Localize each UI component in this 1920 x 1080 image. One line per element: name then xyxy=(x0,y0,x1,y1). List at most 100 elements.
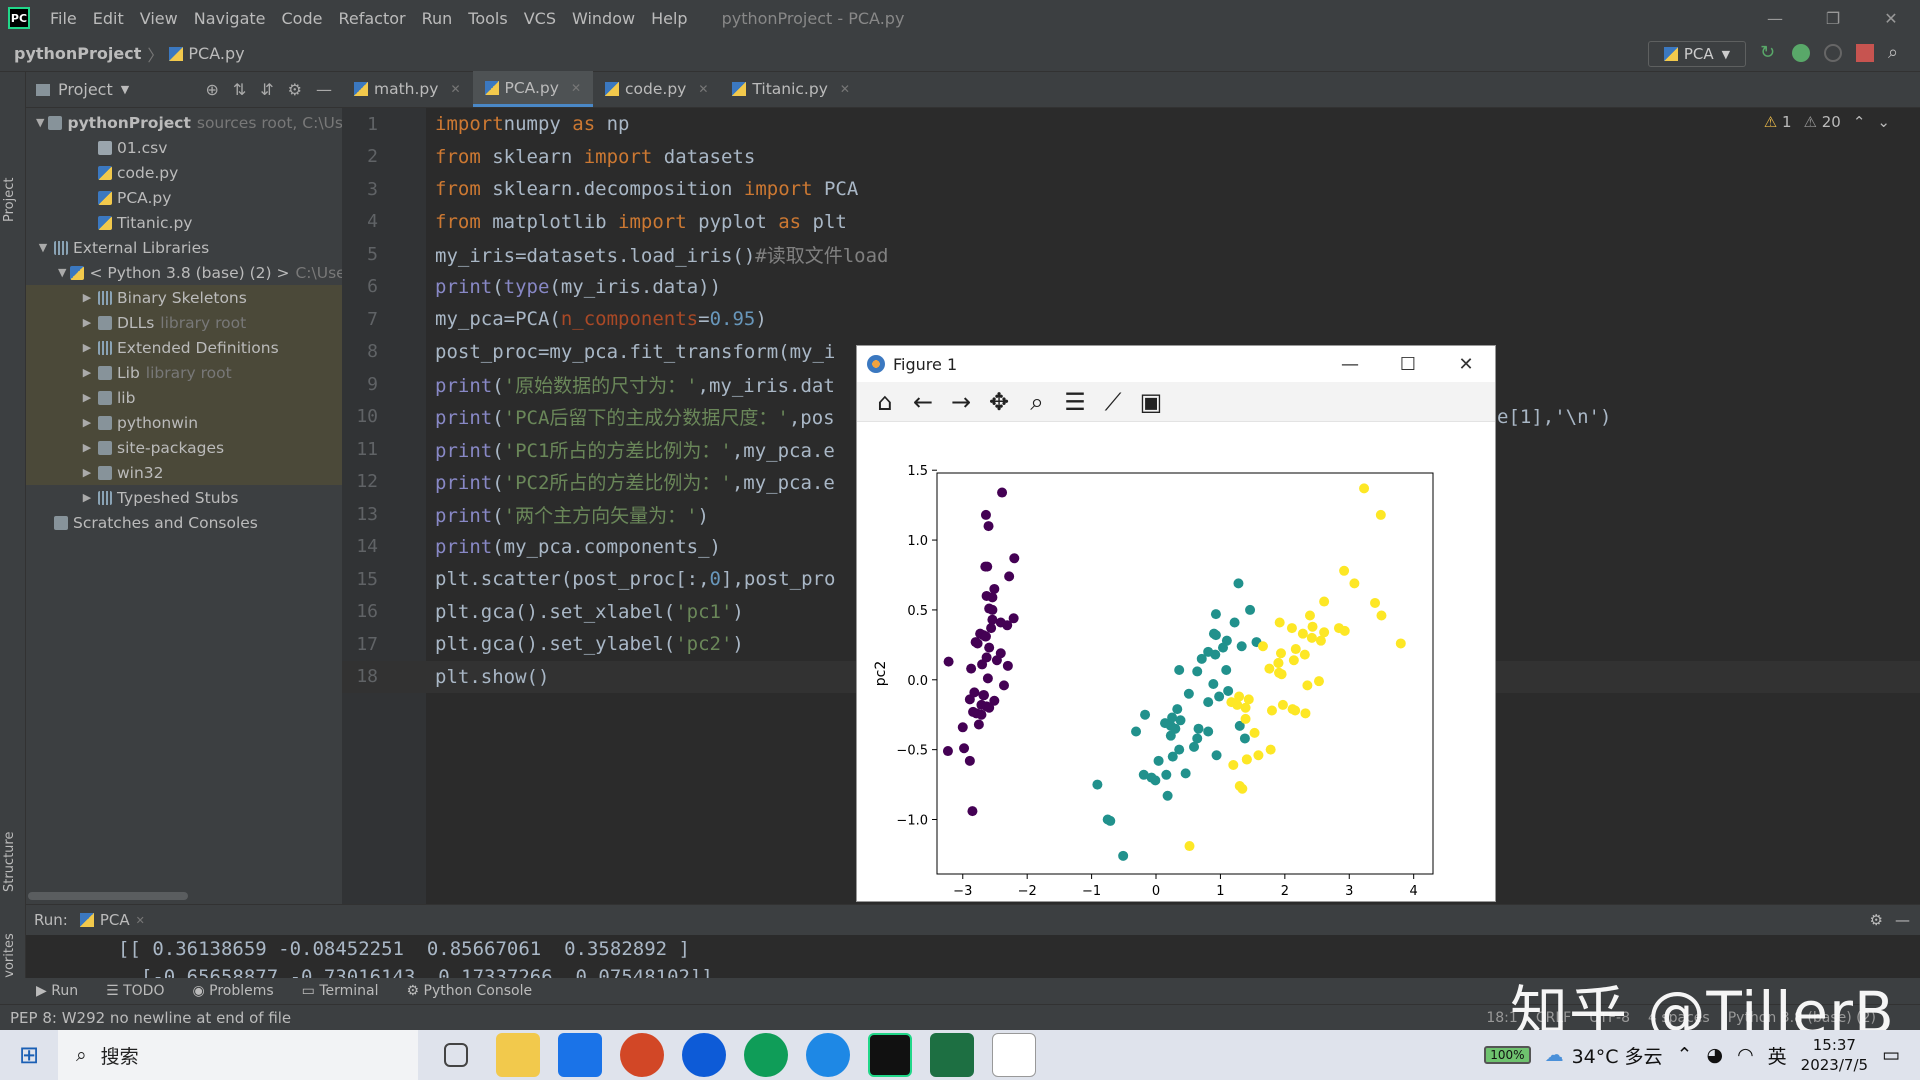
task-view-icon[interactable] xyxy=(444,1043,468,1067)
chevron-down-icon[interactable]: ⌄ xyxy=(1877,113,1890,131)
menu-item-code[interactable]: Code xyxy=(274,9,331,28)
tree-arrow-icon[interactable]: ▶ xyxy=(80,366,94,379)
tree-arrow-icon[interactable]: ▼ xyxy=(36,241,50,254)
pycharm-icon[interactable] xyxy=(868,1033,912,1077)
run-config-select[interactable]: PCA ▼ xyxy=(1648,41,1746,67)
hide-icon[interactable]: — xyxy=(316,80,332,99)
tree-item[interactable]: ▶ Extended Definitions xyxy=(26,335,342,360)
close-icon[interactable]: ✕ xyxy=(1437,354,1495,375)
notification-icon[interactable]: ▭ xyxy=(1882,1044,1900,1066)
problems-tool-button[interactable]: ◉ Problems xyxy=(192,983,273,999)
menu-item-view[interactable]: View xyxy=(132,9,186,28)
menu-item-window[interactable]: Window xyxy=(564,9,643,28)
edit-axis-icon[interactable]: ⟋ xyxy=(1099,388,1127,416)
weak-warning-count[interactable]: ⚠ 20 xyxy=(1804,113,1841,131)
profile-icon[interactable] xyxy=(1824,44,1842,62)
run-tab[interactable]: PCA ✕ xyxy=(79,911,145,929)
windows-start-icon[interactable]: ⊞ xyxy=(0,1030,58,1080)
tree-item[interactable]: ▼ pythonProject sources root, C:\Use xyxy=(26,110,342,135)
tree-arrow-icon[interactable]: ▶ xyxy=(80,291,94,304)
close-tab-icon[interactable]: ✕ xyxy=(698,82,708,96)
close-icon[interactable]: ✕ xyxy=(136,914,145,927)
collapse-all-icon[interactable]: ⇵ xyxy=(260,80,273,99)
file-explorer-icon[interactable] xyxy=(496,1033,540,1077)
edge-icon[interactable] xyxy=(744,1033,788,1077)
lenovo-app-icon[interactable] xyxy=(682,1033,726,1077)
excel-icon[interactable] xyxy=(930,1033,974,1077)
tree-item[interactable]: ▶ win32 xyxy=(26,460,342,485)
hide-icon[interactable]: — xyxy=(1895,911,1910,929)
locate-icon[interactable]: ⊕ xyxy=(205,80,218,99)
tree-arrow-icon[interactable]: ▶ xyxy=(80,466,94,479)
network-icon[interactable]: ◠ xyxy=(1737,1044,1754,1066)
restore-icon[interactable]: ❐ xyxy=(1804,0,1862,36)
gear-icon[interactable]: ⚙ xyxy=(288,80,302,99)
editor-tab[interactable]: math.py ✕ xyxy=(342,71,473,107)
tree-arrow-icon[interactable]: ▶ xyxy=(80,316,94,329)
project-tool-button[interactable]: Project xyxy=(2,178,17,222)
battery-indicator[interactable]: 100% xyxy=(1484,1046,1531,1064)
horizontal-scrollbar[interactable] xyxy=(28,892,188,900)
forward-icon[interactable]: → xyxy=(947,388,975,416)
breadcrumb-project[interactable]: pythonProject xyxy=(14,44,141,63)
stop-icon[interactable] xyxy=(1856,44,1874,62)
back-icon[interactable]: ← xyxy=(909,388,937,416)
menu-item-help[interactable]: Help xyxy=(643,9,695,28)
tree-item[interactable]: ▼ < Python 3.8 (base) (2) > C:\User xyxy=(26,260,342,285)
menu-item-run[interactable]: Run xyxy=(414,9,461,28)
tree-item[interactable]: ▶ Typeshed Stubs xyxy=(26,485,342,510)
weather-widget[interactable]: ☁ 34°C 多云 xyxy=(1545,1042,1663,1069)
close-tab-icon[interactable]: ✕ xyxy=(571,81,581,95)
tree-arrow-icon[interactable]: ▶ xyxy=(80,441,94,454)
todo-tool-button[interactable]: ☰ TODO xyxy=(106,983,164,999)
powerpoint-icon[interactable] xyxy=(620,1033,664,1077)
tree-item[interactable]: code.py xyxy=(26,160,342,185)
tree-item[interactable]: ▶ lib xyxy=(26,385,342,410)
tree-item[interactable]: ▶ site-packages xyxy=(26,435,342,460)
mail-icon[interactable] xyxy=(558,1033,602,1077)
gear-icon[interactable]: ⚙ xyxy=(1870,911,1883,929)
home-icon[interactable]: ⌂ xyxy=(871,388,899,416)
zoom-icon[interactable]: ⌕ xyxy=(1023,388,1051,416)
structure-tool-button[interactable]: Structure xyxy=(2,832,17,892)
menu-item-refactor[interactable]: Refactor xyxy=(330,9,413,28)
tree-item[interactable]: ▶ DLLs library root xyxy=(26,310,342,335)
expand-all-icon[interactable]: ⇅ xyxy=(233,80,246,99)
menu-item-tools[interactable]: Tools xyxy=(460,9,515,28)
ie-icon[interactable] xyxy=(806,1033,850,1077)
clock[interactable]: 15:37 2023/7/5 xyxy=(1801,1035,1868,1075)
tree-item[interactable]: ▼ External Libraries xyxy=(26,235,342,260)
editor-tab[interactable]: code.py ✕ xyxy=(593,71,720,107)
warning-count[interactable]: ⚠ 1 xyxy=(1764,113,1792,131)
tree-arrow-icon[interactable]: ▼ xyxy=(36,116,44,129)
project-view-select[interactable]: Project xyxy=(58,80,113,99)
breadcrumb-file[interactable]: PCA.py xyxy=(188,44,244,63)
taskbar-search[interactable]: ⌕ 搜索 xyxy=(58,1030,418,1080)
minimize-icon[interactable]: — xyxy=(1746,0,1804,36)
tree-item[interactable]: ▶ Lib library root xyxy=(26,360,342,385)
terminal-tool-button[interactable]: ▭ Terminal xyxy=(302,983,379,999)
close-icon[interactable]: ✕ xyxy=(1862,0,1920,36)
menu-item-vcs[interactable]: VCS xyxy=(516,9,564,28)
editor-tab[interactable]: Titanic.py ✕ xyxy=(720,71,862,107)
configure-subplots-icon[interactable]: ☰ xyxy=(1061,388,1089,416)
run-tool-button[interactable]: ▶ Run xyxy=(36,983,78,999)
debug-icon[interactable] xyxy=(1792,44,1810,62)
close-tab-icon[interactable]: ✕ xyxy=(450,82,460,96)
tree-item[interactable]: PCA.py xyxy=(26,185,342,210)
tree-arrow-icon[interactable]: ▼ xyxy=(58,266,66,279)
maximize-icon[interactable]: ☐ xyxy=(1379,354,1437,375)
ime-indicator[interactable]: 英 xyxy=(1768,1042,1787,1069)
tree-item[interactable]: ▶ pythonwin xyxy=(26,410,342,435)
close-tab-icon[interactable]: ✕ xyxy=(840,82,850,96)
menu-item-navigate[interactable]: Navigate xyxy=(186,9,274,28)
menu-item-edit[interactable]: Edit xyxy=(85,9,132,28)
notepad-icon[interactable] xyxy=(992,1033,1036,1077)
chevron-down-icon[interactable]: ▼ xyxy=(121,83,129,96)
tree-item[interactable]: ▶ Binary Skeletons xyxy=(26,285,342,310)
minimize-icon[interactable]: — xyxy=(1321,354,1379,375)
chevron-up-icon[interactable]: ⌃ xyxy=(1677,1044,1693,1066)
inspection-widget[interactable]: ⚠ 1 ⚠ 20 ⌃ ⌄ xyxy=(1764,113,1890,131)
tree-arrow-icon[interactable]: ▶ xyxy=(80,416,94,429)
tree-arrow-icon[interactable]: ▶ xyxy=(80,391,94,404)
